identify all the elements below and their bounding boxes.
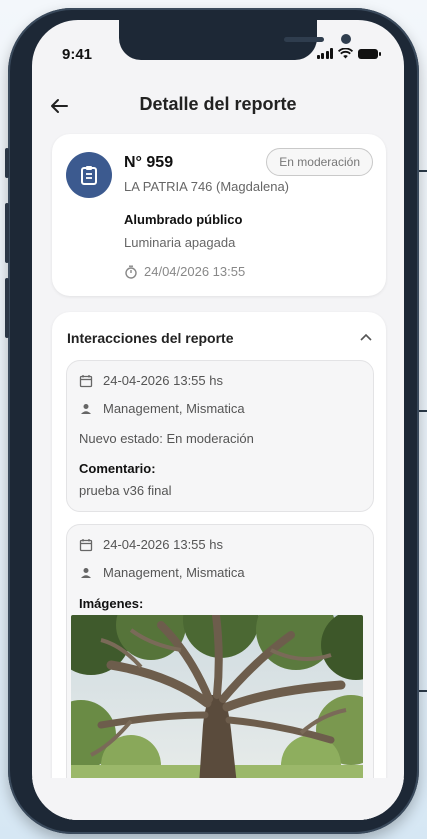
speaker	[284, 37, 324, 42]
chevron-up-icon	[360, 333, 372, 341]
interaction-item: 24-04-2026 13:55 hs Management, Mismatic…	[66, 524, 374, 820]
interaction-user-row: Management, Mismatica	[79, 565, 245, 580]
report-card: N° 959 En moderación LA PATRIA 746 (Magd…	[52, 134, 386, 296]
comment-text: prueba v36 final	[79, 483, 172, 498]
interaction-item: 24-04-2026 13:55 hs Management, Mismatic…	[66, 360, 374, 512]
interaction-date-row: 24-04-2026 13:55 hs	[79, 373, 223, 388]
phone-notch	[119, 20, 351, 60]
status-time: 9:41	[62, 46, 93, 63]
phone-side-button	[5, 203, 9, 263]
report-number: N° 959	[124, 154, 174, 171]
signal-icon	[316, 48, 333, 59]
report-date-row: 24/04/2026 13:55	[124, 264, 245, 279]
page-title: Detalle del reporte	[139, 94, 297, 114]
phone-side-button	[5, 278, 9, 338]
interactions-card: Interacciones del reporte 24-04-2026 13:…	[52, 312, 386, 820]
interaction-user-row: Management, Mismatica	[79, 401, 245, 416]
clipboard-icon	[66, 152, 112, 198]
report-image[interactable]	[71, 615, 363, 785]
phone-side-button	[5, 148, 9, 178]
stopwatch-icon	[125, 265, 137, 279]
interaction-date: 24-04-2026 13:55 hs	[103, 537, 223, 552]
interaction-status-text: Nuevo estado: En moderación	[79, 431, 254, 446]
images-label: Imágenes:	[79, 596, 144, 611]
interaction-user: Management, Mismatica	[103, 565, 245, 580]
interaction-date: 24-04-2026 13:55 hs	[103, 373, 223, 388]
comment-label: Comentario:	[79, 461, 156, 476]
interaction-date-row: 24-04-2026 13:55 hs	[79, 537, 223, 552]
calendar-icon	[79, 374, 93, 388]
interaction-user: Management, Mismatica	[103, 401, 245, 416]
person-icon	[79, 403, 93, 415]
report-address: LA PATRIA 746 (Magdalena)	[124, 179, 290, 194]
calendar-icon	[79, 538, 93, 552]
app-screen: 9:41 Detalle del reporte N° 959 En moder…	[32, 20, 404, 820]
report-subcategory: Luminaria apagada	[124, 235, 236, 250]
app-header: Detalle del reporte	[32, 90, 404, 130]
wifi-icon	[338, 48, 353, 59]
report-category: Alumbrado público	[124, 212, 243, 227]
status-icons	[316, 48, 381, 59]
status-badge: En moderación	[266, 148, 373, 176]
camera	[341, 34, 351, 44]
collapse-button[interactable]	[360, 328, 372, 344]
battery-icon	[358, 49, 381, 59]
person-icon	[79, 567, 93, 579]
report-date: 24/04/2026 13:55	[144, 264, 246, 279]
bottom-bar	[32, 778, 404, 820]
interactions-title: Interacciones del reporte	[67, 330, 234, 346]
